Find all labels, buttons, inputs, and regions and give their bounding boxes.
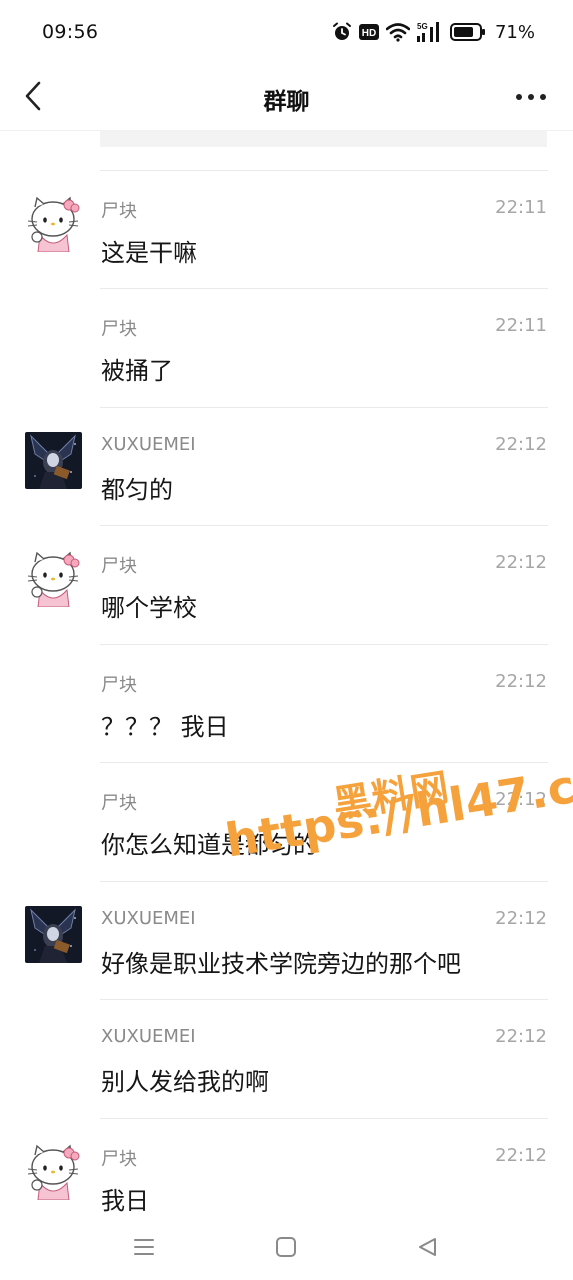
divider [100,881,548,882]
message-text: 我日 [101,1187,149,1215]
status-bar: 09:56 HD 5G 71% [0,0,573,64]
more-options-button[interactable] [511,82,551,112]
hello-kitty-avatar-icon [25,195,82,252]
message-time: 22:12 [495,1026,547,1047]
message-text: ？？？ 我日 [101,713,229,741]
sender-name: 尸块 [101,793,137,814]
divider [100,170,548,171]
svg-text:HD: HD [362,28,376,39]
avatar[interactable] [25,1143,82,1200]
system-back-button[interactable] [412,1232,442,1262]
divider [100,288,548,289]
status-time: 09:56 [42,21,99,43]
battery-icon [449,23,486,41]
message-item[interactable]: 尸块 22:12 我日 [0,1118,573,1217]
battery-percent: 71% [494,21,535,43]
message-text: 哪个学校 [101,594,197,622]
message-item[interactable]: 尸块 22:12 哪个学校 [0,525,573,643]
divider [100,999,548,1000]
avatar[interactable] [25,432,82,489]
dark-figure-avatar-icon [25,432,82,489]
alarm-icon [332,22,352,42]
sender-name: 尸块 [101,319,137,340]
system-nav-bar [0,1217,573,1280]
sender-name: XUXUEMEI [101,434,196,455]
wifi-icon [385,22,410,42]
message-text: 都匀的 [101,476,173,504]
message-item[interactable]: 尸块 22:12 ？？？ 我日 [0,644,573,762]
sender-name: 尸块 [101,1149,137,1170]
message-time: 22:12 [495,908,547,929]
menu-icon [134,1239,154,1255]
message-time: 22:12 [495,789,547,810]
avatar[interactable] [25,195,82,252]
5g-signal-icon: 5G [416,21,443,43]
sender-name: XUXUEMEI [101,1026,196,1047]
message-item[interactable]: XUXUEMEI 22:12 都匀的 [0,407,573,525]
message-text: 别人发给我的啊 [101,1068,269,1096]
divider [100,644,548,645]
hello-kitty-avatar-icon [25,1143,82,1200]
divider [100,525,548,526]
hd-icon: HD [358,23,379,41]
page-title: 群聊 [263,89,310,115]
message-text: 这是干嘛 [101,239,197,267]
chat-message-list[interactable]: 尸块 22:11 这是干嘛 尸块 22:11 被捅了 XUXUEMEI 22:1… [0,131,573,1217]
sender-name: 尸块 [101,556,137,577]
message-item[interactable]: 尸块 22:12 你怎么知道是都匀的 [0,762,573,880]
previous-message-fragment [100,131,547,147]
divider [100,1118,548,1119]
message-item[interactable]: 尸块 22:11 被捅了 [0,288,573,406]
message-time: 22:12 [495,552,547,573]
status-icons: HD 5G 71% [332,19,535,45]
message-time: 22:11 [495,315,547,336]
message-text: 被捅了 [101,357,173,385]
divider [100,407,548,408]
dark-figure-avatar-icon [25,906,82,963]
sender-name: XUXUEMEI [101,908,196,929]
divider [100,762,548,763]
svg-text:5G: 5G [417,22,428,31]
message-text: 你怎么知道是都匀的 [101,831,317,859]
home-square-icon [276,1237,296,1257]
avatar[interactable] [25,906,82,963]
message-time: 22:12 [495,1145,547,1166]
recent-apps-button[interactable] [129,1232,159,1262]
message-item[interactable]: XUXUEMEI 22:12 好像是职业技术学院旁边的那个吧 [0,881,573,999]
message-time: 22:11 [495,197,547,218]
home-button[interactable] [271,1232,301,1262]
message-time: 22:12 [495,671,547,692]
message-item[interactable]: 尸块 22:11 这是干嘛 [0,170,573,288]
message-time: 22:12 [495,434,547,455]
chat-header: 群聊 [0,64,573,131]
sender-name: 尸块 [101,675,137,696]
avatar[interactable] [25,550,82,607]
message-text: 好像是职业技术学院旁边的那个吧 [101,950,461,978]
message-item[interactable]: XUXUEMEI 22:12 别人发给我的啊 [0,999,573,1117]
back-triangle-icon [419,1238,436,1256]
hello-kitty-avatar-icon [25,550,82,607]
more-horizontal-icon [516,94,546,100]
sender-name: 尸块 [101,201,137,222]
